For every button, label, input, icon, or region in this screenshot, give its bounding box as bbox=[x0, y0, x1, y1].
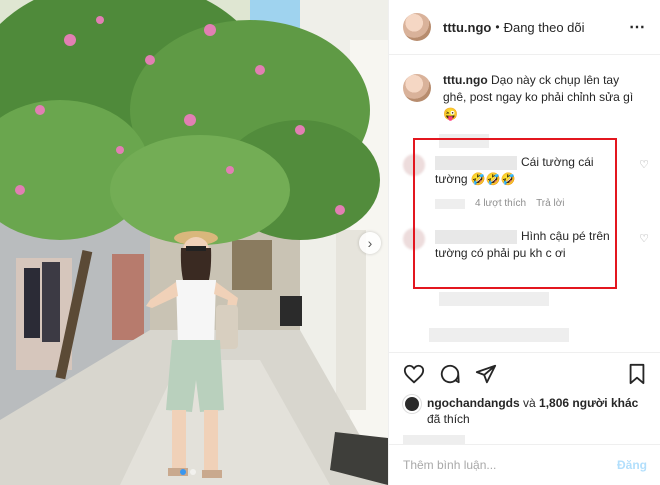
username-link[interactable]: tttu.ngo bbox=[443, 20, 491, 35]
blurred-text bbox=[429, 328, 569, 342]
comment-like-icon[interactable]: ♡ bbox=[639, 232, 649, 245]
likes-summary: ngochandangds và 1,806 người khác đã thí… bbox=[403, 395, 647, 427]
comment-like-icon[interactable]: ♡ bbox=[639, 158, 649, 171]
carousel-dot bbox=[180, 469, 186, 475]
separator: • bbox=[495, 20, 500, 34]
caption: tttu.ngo Dạo này ck chụp lên tay ghê, po… bbox=[403, 72, 647, 123]
caption-username[interactable]: tttu.ngo bbox=[443, 73, 488, 87]
likes-connector: và bbox=[523, 396, 536, 410]
highlight-box bbox=[413, 138, 617, 289]
bookmark-icon[interactable] bbox=[627, 363, 647, 385]
post-header: tttu.ngo • Đang theo dõi ⋯ bbox=[389, 0, 660, 55]
likes-others[interactable]: 1,806 người khác bbox=[539, 396, 638, 410]
avatar[interactable] bbox=[403, 13, 431, 41]
comment-icon[interactable] bbox=[439, 363, 461, 385]
follow-status[interactable]: Đang theo dõi bbox=[504, 20, 585, 35]
liker-username[interactable]: ngochandangds bbox=[427, 396, 520, 410]
carousel-next-button[interactable]: › bbox=[359, 232, 381, 254]
blurred-text bbox=[439, 292, 549, 306]
share-icon[interactable] bbox=[475, 363, 497, 385]
carousel-dot bbox=[190, 469, 196, 475]
comment-input[interactable] bbox=[403, 458, 617, 472]
caption-text: tttu.ngo Dạo này ck chụp lên tay ghê, po… bbox=[443, 72, 643, 123]
avatar[interactable] bbox=[403, 395, 421, 413]
avatar[interactable] bbox=[403, 74, 431, 102]
likes-suffix: đã thích bbox=[427, 412, 470, 426]
carousel-dots bbox=[180, 469, 196, 475]
add-comment-bar: Đăng bbox=[389, 444, 660, 485]
more-options-icon[interactable]: ⋯ bbox=[629, 17, 646, 37]
post-photo: › bbox=[0, 0, 388, 485]
action-icons bbox=[403, 361, 647, 387]
heart-icon[interactable] bbox=[403, 363, 425, 385]
photo-illustration bbox=[0, 0, 388, 485]
post-actions: ngochandangds và 1,806 người khác đã thí… bbox=[389, 352, 660, 445]
post-comment-button[interactable]: Đăng bbox=[617, 458, 647, 472]
